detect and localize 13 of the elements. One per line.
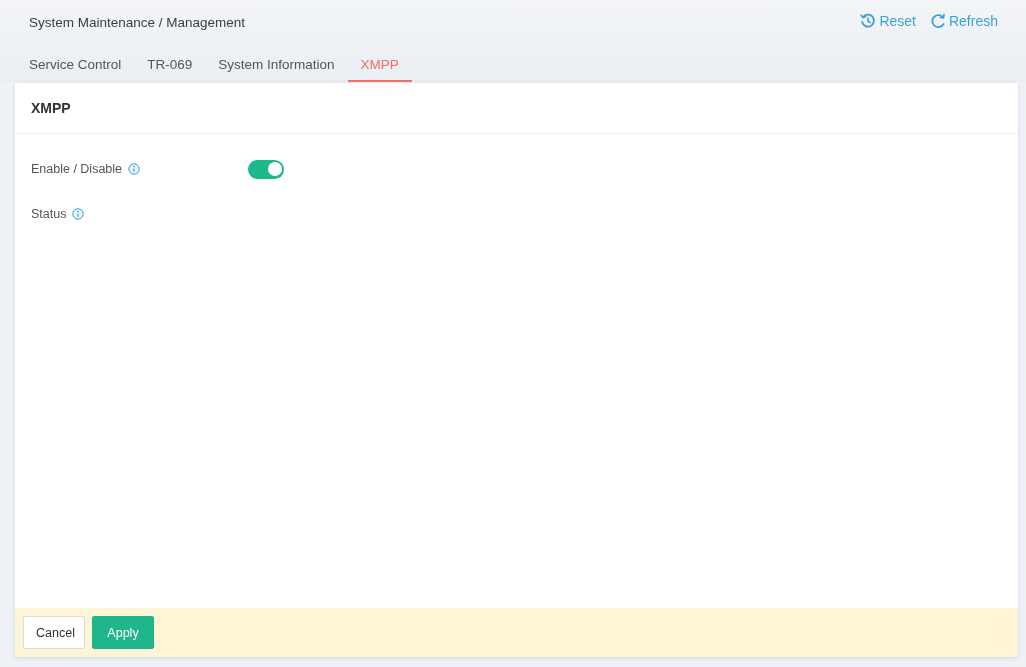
- breadcrumb-title: System Maintenance / Management: [29, 14, 246, 30]
- info-icon[interactable]: [72, 208, 85, 220]
- tab[interactable]: Service Control: [16, 44, 135, 82]
- refresh-icon: [929, 13, 946, 29]
- cancel-button[interactable]: Cancel: [23, 616, 85, 649]
- tab[interactable]: System Information: [205, 44, 348, 82]
- panel-title: XMPP: [31, 100, 71, 116]
- info-icon[interactable]: [128, 163, 141, 175]
- history-icon: [860, 13, 877, 29]
- tab[interactable]: TR-069: [134, 44, 206, 82]
- field-label: Enable / Disable: [31, 162, 123, 176]
- toggle-switch[interactable]: [248, 159, 284, 179]
- field-label: Status: [31, 207, 67, 221]
